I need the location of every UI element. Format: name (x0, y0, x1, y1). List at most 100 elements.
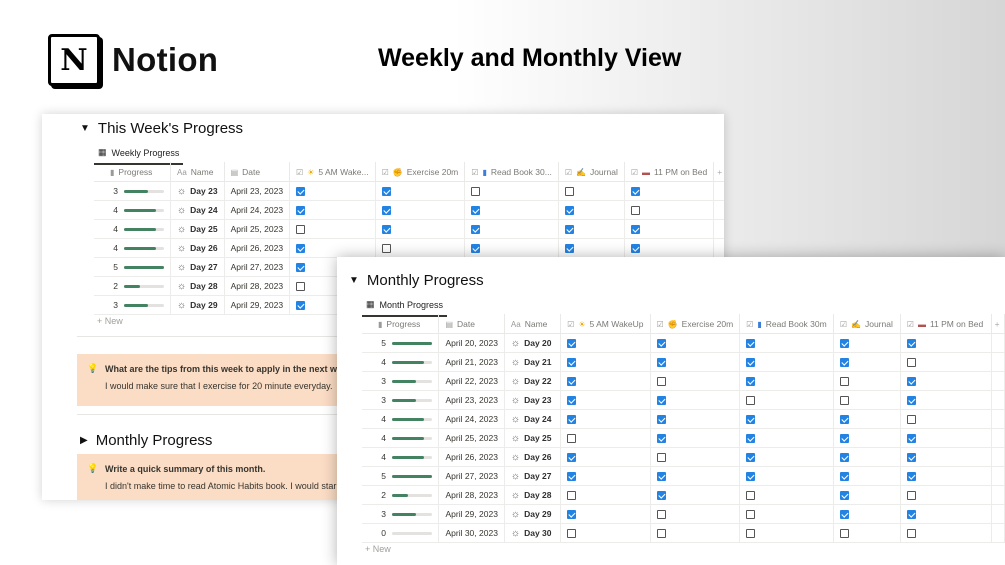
bed-checkbox[interactable] (906, 434, 916, 444)
wake-checkbox[interactable] (567, 453, 577, 463)
monthly-new-row-button[interactable]: + New (365, 544, 391, 554)
read-checkbox[interactable] (746, 339, 756, 349)
date-cell[interactable]: April 23, 2023 (224, 181, 291, 201)
journal-cell[interactable] (833, 352, 901, 372)
wake-checkbox[interactable] (567, 415, 577, 425)
bed-cell[interactable] (900, 371, 992, 391)
journal-checkbox[interactable] (839, 358, 849, 368)
journal-cell[interactable] (833, 466, 901, 486)
table-row[interactable]: 2 April 28, 2023 ☼ Day 28 (362, 485, 1005, 505)
wake-cell[interactable] (289, 181, 376, 201)
read-cell[interactable] (739, 466, 834, 486)
journal-checkbox[interactable] (839, 491, 849, 501)
date-cell[interactable]: April 25, 2023 (438, 428, 505, 448)
journal-cell[interactable] (833, 504, 901, 524)
exercise-cell[interactable] (375, 200, 466, 220)
read-checkbox[interactable] (746, 510, 756, 520)
name-cell[interactable]: ☼ Day 25 (504, 428, 562, 448)
read-cell[interactable] (739, 523, 834, 543)
bed-checkbox[interactable] (906, 453, 916, 463)
table-row[interactable]: 3 April 22, 2023 ☼ Day 22 (362, 371, 1005, 391)
name-cell[interactable]: ☼ Day 20 (504, 333, 562, 353)
journal-cell[interactable] (833, 485, 901, 505)
date-cell[interactable]: April 23, 2023 (438, 390, 505, 410)
journal-cell[interactable] (833, 409, 901, 429)
exercise-checkbox[interactable] (656, 415, 666, 425)
read-checkbox[interactable] (471, 244, 481, 254)
read-cell[interactable] (464, 200, 559, 220)
col-date[interactable]: ▤ Date (438, 314, 505, 334)
journal-cell[interactable] (833, 428, 901, 448)
name-cell[interactable]: ☼ Day 22 (504, 371, 562, 391)
name-cell[interactable]: ☼ Day 23 (170, 181, 225, 201)
date-cell[interactable]: April 22, 2023 (438, 371, 505, 391)
bed-cell[interactable] (900, 409, 992, 429)
read-cell[interactable] (739, 409, 834, 429)
col-read[interactable]: ☑ ▮ Read Book 30... (464, 162, 559, 182)
col-journal[interactable]: ☑ ✍ Journal (557, 162, 625, 182)
read-checkbox[interactable] (471, 225, 481, 235)
read-cell[interactable] (739, 390, 834, 410)
read-cell[interactable] (464, 238, 559, 258)
exercise-cell[interactable] (650, 371, 741, 391)
table-row[interactable]: 3 April 23, 2023 ☼ Day 23 (362, 390, 1005, 410)
name-cell[interactable]: ☼ Day 23 (504, 390, 562, 410)
wake-cell[interactable] (560, 371, 651, 391)
date-cell[interactable]: April 29, 2023 (438, 504, 505, 524)
wake-cell[interactable] (560, 352, 651, 372)
exercise-checkbox[interactable] (656, 491, 666, 501)
exercise-cell[interactable] (650, 428, 741, 448)
wake-checkbox[interactable] (567, 377, 577, 387)
wake-checkbox[interactable] (296, 263, 306, 273)
exercise-cell[interactable] (375, 238, 466, 258)
read-cell[interactable] (739, 352, 834, 372)
table-row[interactable]: 4 April 21, 2023 ☼ Day 21 (362, 352, 1005, 372)
journal-checkbox[interactable] (839, 339, 849, 349)
col-wake[interactable]: ☑ ☀ 5 AM Wake... (289, 162, 376, 182)
exercise-checkbox[interactable] (656, 339, 666, 349)
exercise-cell[interactable] (375, 181, 466, 201)
table-row[interactable]: 4 April 24, 2023 ☼ Day 24 (362, 409, 1005, 429)
journal-cell[interactable] (833, 447, 901, 467)
journal-checkbox[interactable] (839, 472, 849, 482)
date-cell[interactable]: April 25, 2023 (224, 219, 291, 239)
wake-cell[interactable] (560, 409, 651, 429)
table-row[interactable]: 4 ☼ Day 25 April 25, 2023 (94, 219, 724, 239)
date-cell[interactable]: April 29, 2023 (224, 295, 291, 315)
bed-cell[interactable] (624, 181, 715, 201)
name-cell[interactable]: ☼ Day 24 (170, 200, 225, 220)
wake-cell[interactable] (289, 238, 376, 258)
bed-cell[interactable] (624, 219, 715, 239)
read-checkbox[interactable] (471, 187, 481, 197)
read-cell[interactable] (464, 219, 559, 239)
bed-checkbox[interactable] (906, 529, 916, 539)
exercise-cell[interactable] (650, 447, 741, 467)
read-checkbox[interactable] (746, 358, 756, 368)
journal-checkbox[interactable] (839, 377, 849, 387)
read-cell[interactable] (739, 333, 834, 353)
read-checkbox[interactable] (746, 415, 756, 425)
exercise-checkbox[interactable] (656, 377, 666, 387)
name-cell[interactable]: ☼ Day 24 (504, 409, 562, 429)
table-row[interactable]: 4 April 25, 2023 ☼ Day 25 (362, 428, 1005, 448)
read-checkbox[interactable] (746, 491, 756, 501)
name-cell[interactable]: ☼ Day 30 (504, 523, 562, 543)
bed-checkbox[interactable] (906, 396, 916, 406)
read-cell[interactable] (739, 504, 834, 524)
journal-checkbox[interactable] (564, 206, 574, 216)
bed-checkbox[interactable] (630, 244, 640, 254)
name-cell[interactable]: ☼ Day 27 (504, 466, 562, 486)
exercise-checkbox[interactable] (656, 472, 666, 482)
journal-cell[interactable] (558, 238, 625, 258)
wake-cell[interactable] (560, 485, 651, 505)
wake-cell[interactable] (560, 390, 651, 410)
exercise-cell[interactable] (650, 333, 741, 353)
bed-cell[interactable] (900, 485, 992, 505)
bed-cell[interactable] (900, 333, 992, 353)
date-cell[interactable]: April 24, 2023 (224, 200, 291, 220)
journal-checkbox[interactable] (839, 510, 849, 520)
col-name[interactable]: Aa Name (503, 314, 562, 334)
journal-checkbox[interactable] (839, 529, 849, 539)
bed-cell[interactable] (900, 466, 992, 486)
toggle-open-icon[interactable]: ▼ (80, 123, 90, 134)
